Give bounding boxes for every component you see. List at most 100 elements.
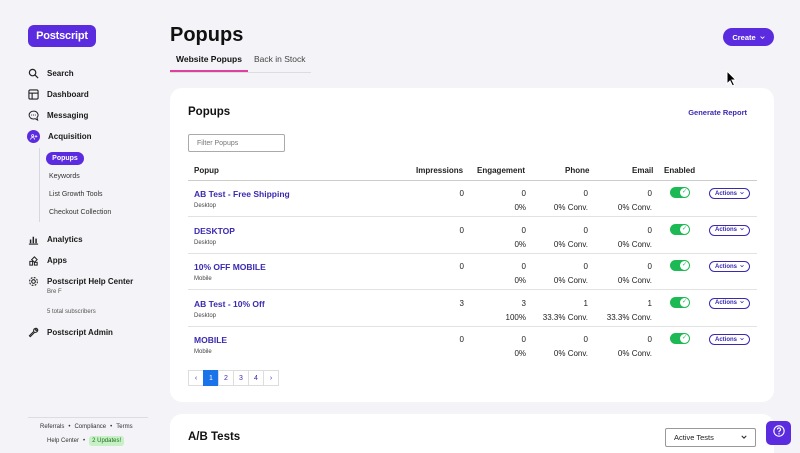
sidebar-item-apps[interactable]: Apps [28,255,67,266]
phone-value: 0 [583,189,588,198]
sidebar-item-label: Apps [47,256,67,265]
email-conversion: 0% Conv. [617,203,652,212]
email-value: 0 [647,225,652,235]
actions-button[interactable]: Actions [709,188,750,199]
table-row: 10% OFF MOBILE Mobile 0 0 0% 0 0% Conv. … [188,254,757,290]
column-header-popup: Popup [194,166,219,175]
popup-device: Desktop [194,312,217,319]
sidebar-subitem-keywords[interactable]: Keywords [49,173,80,180]
popup-name-link[interactable]: DESKTOP [194,226,235,236]
popup-device: Mobile [194,276,212,282]
sidebar-item-dashboard[interactable]: Dashboard [28,89,89,100]
actions-label: Actions [714,227,737,233]
enabled-toggle[interactable] [670,223,690,235]
phone-conversion: 0% Conv. [553,239,588,249]
actions-button[interactable]: Actions [709,224,750,236]
table-row: DESKTOP Desktop 0 0 0% 0 0% Conv. 0 0% C… [188,218,757,254]
pagination-next[interactable]: › [263,370,279,386]
tab-back-in-stock[interactable]: Back in Stock [248,52,312,72]
ab-tests-card: A/B Tests Active Tests [170,414,774,453]
wrench-icon [28,327,39,338]
terms-link[interactable]: Terms [116,424,132,430]
pagination-page-2[interactable]: 2 [218,370,234,386]
chevron-down-icon [740,227,744,233]
popup-name-link[interactable]: AB Test - 10% Off [194,299,265,309]
sidebar-subitem-list-growth-tools[interactable]: List Growth Tools [49,191,103,198]
enabled-toggle[interactable] [670,333,690,344]
submenu-divider [39,148,40,222]
updates-badge[interactable]: 2 Updates! [89,436,125,446]
engagement-percent: 0% [514,239,526,249]
popup-name-link[interactable]: 10% OFF MOBILE [194,262,266,272]
enabled-toggle[interactable] [670,187,690,198]
enabled-toggle[interactable] [670,260,690,271]
pagination: ‹ 1 2 3 4 › [188,370,279,386]
column-header-enabled: Enabled [664,166,696,175]
acquisition-icon [27,130,40,143]
sidebar-item-admin[interactable]: Postscript Admin [28,327,113,338]
pagination-page-1[interactable]: 1 [203,370,219,386]
sidebar-item-label: Search [47,69,74,78]
sidebar-subitem-checkout-collection[interactable]: Checkout Collection [49,209,111,216]
impressions-value: 0 [459,189,464,198]
filter-popups-input[interactable]: Filter Popups [188,134,285,152]
dashboard-icon [28,89,39,100]
ab-tests-filter-select[interactable]: Active Tests [665,428,756,447]
table-row: AB Test - 10% Off Desktop 3 3 100% 1 33.… [188,291,757,327]
sidebar-item-label: Postscript Help Center [47,277,134,286]
create-button[interactable]: Create [723,28,774,46]
footer-help-row: Help Center • 2 Updates! [47,436,125,446]
sidebar-subitem-popups[interactable]: Popups [46,152,84,165]
footer-separator: • [110,424,113,430]
referrals-link[interactable]: Referrals [40,424,64,430]
generate-report-link[interactable]: Generate Report [688,108,747,117]
sidebar-item-label: Acquisition [48,132,92,141]
email-value: 0 [647,189,652,198]
impressions-value: 0 [459,262,464,271]
email-conversion: 0% Conv. [617,239,652,249]
sidebar-item-label: Analytics [47,235,83,244]
sidebar-item-search[interactable]: Search [28,68,74,79]
tab-website-popups[interactable]: Website Popups [170,52,248,72]
engagement-percent: 0% [514,349,526,358]
sidebar-item-help-center[interactable]: Postscript Help Center [28,276,133,287]
popup-name-link[interactable]: MOBILE [194,335,227,345]
engagement-value: 0 [521,262,526,271]
apps-icon [28,255,39,266]
email-value: 0 [647,262,652,271]
actions-button[interactable]: Actions [709,334,750,345]
compliance-link[interactable]: Compliance [74,424,106,430]
footer-separator: • [83,438,86,444]
actions-button[interactable]: Actions [709,297,750,309]
enabled-toggle[interactable] [670,296,690,308]
email-conversion: 33.3% Conv. [606,312,652,322]
table-row: MOBILE Mobile 0 0 0% 0 0% Conv. 0 0% Con… [188,327,757,363]
sidebar-item-analytics[interactable]: Analytics [28,234,83,245]
help-center-link[interactable]: Help Center [47,438,79,444]
sidebar-item-messaging[interactable]: Messaging [28,110,88,121]
pagination-prev[interactable]: ‹ [188,370,204,386]
email-conversion: 0% Conv. [617,276,652,285]
popup-device: Mobile [194,349,212,355]
phone-value: 0 [583,262,588,271]
popup-device: Desktop [194,239,217,246]
phone-value: 1 [583,298,588,308]
actions-button[interactable]: Actions [709,261,750,272]
chevron-down-icon [740,337,744,343]
table-row: AB Test - Free Shipping Desktop 0 0 0% 0… [188,181,757,217]
chevron-down-icon [740,191,744,197]
search-icon [28,68,39,79]
postscript-logo[interactable]: Postscript [28,25,96,47]
gear-icon [28,276,39,287]
actions-label: Actions [714,300,737,306]
tab-bar: Website Popups Back in Stock [170,52,312,73]
popup-name-link[interactable]: AB Test - Free Shipping [194,189,290,199]
impressions-value: 3 [459,298,464,308]
user-name: Bre F [47,289,62,295]
sidebar-item-acquisition[interactable]: Acquisition [27,130,92,143]
pagination-page-4[interactable]: 4 [248,370,264,386]
help-button[interactable] [766,421,791,445]
column-header-phone: Phone [565,166,590,175]
popup-device: Desktop [194,203,217,209]
pagination-page-3[interactable]: 3 [233,370,249,386]
